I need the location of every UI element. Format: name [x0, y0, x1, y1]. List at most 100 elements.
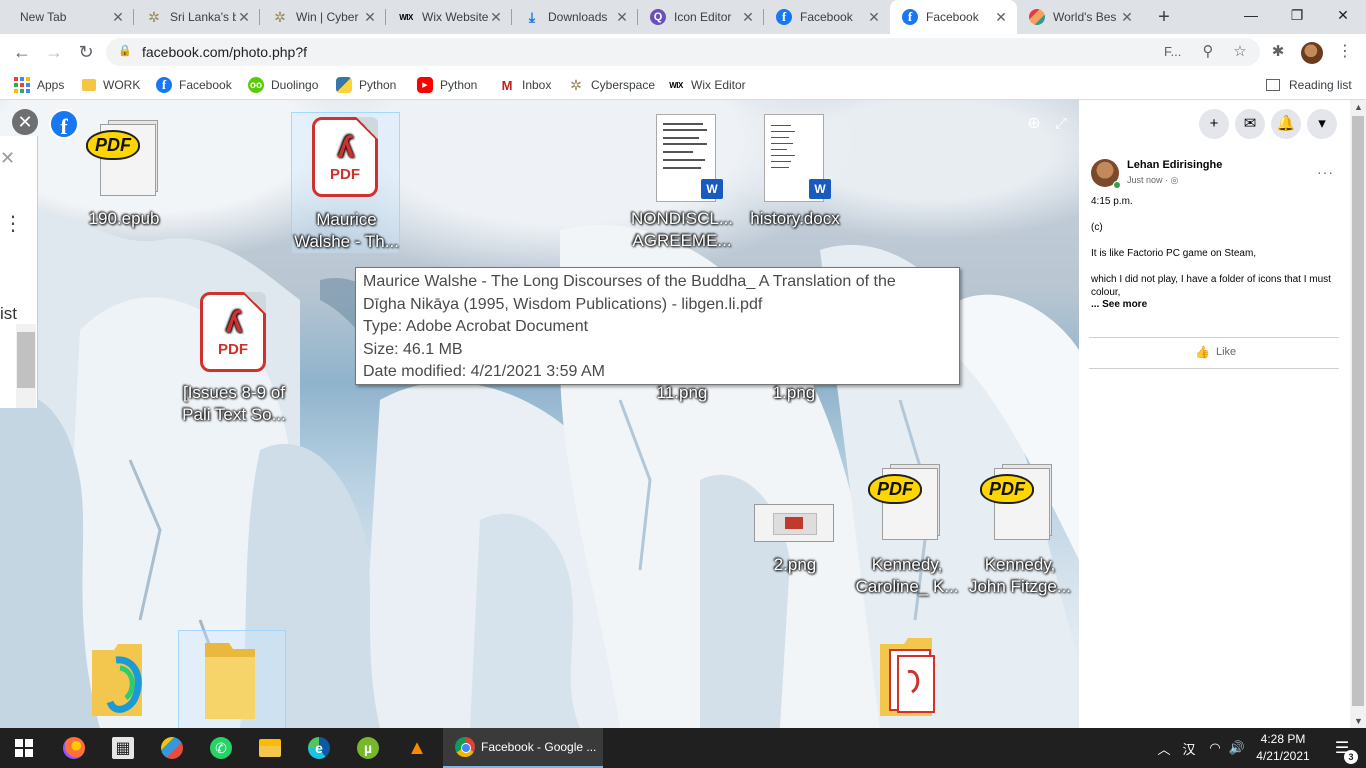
new-tab-button[interactable]: + [1152, 5, 1176, 29]
more-options-icon[interactable]: ⋮ [3, 214, 23, 234]
tab-close-icon[interactable]: ✕ [110, 9, 126, 25]
notifications-icon[interactable]: 🔔 [1271, 109, 1301, 139]
taskbar-firefox[interactable] [50, 728, 98, 768]
tab-worlds-best[interactable]: World's Bes ✕ [1017, 0, 1143, 34]
folder-icon [82, 79, 96, 91]
bookmark-wix-editor[interactable]: WIX Wix Editor [668, 75, 746, 95]
folder-app-icon[interactable] [90, 640, 146, 716]
create-button[interactable]: + [1199, 109, 1229, 139]
taskbar-utorrent[interactable]: µ [344, 728, 392, 768]
taskbar-calculator[interactable]: ▦ [99, 728, 147, 768]
like-button[interactable]: 👍 Like [1195, 345, 1236, 359]
bookmark-duolingo[interactable]: oo Duolingo [248, 75, 318, 95]
zoom-out-icon[interactable]: ⊖ [994, 111, 1020, 137]
messenger-icon[interactable]: ✉ [1235, 109, 1265, 139]
gmail-icon: M [501, 77, 513, 93]
bookmark-python[interactable]: Python [336, 75, 396, 95]
tab-close-icon[interactable]: ✕ [488, 9, 504, 25]
reading-list-button[interactable]: Reading list [1266, 75, 1352, 95]
scroll-down-icon[interactable]: ▼ [1354, 716, 1363, 726]
close-photo-icon[interactable]: ✕ [12, 109, 38, 135]
post-text-line: 4:15 p.m. [1091, 196, 1133, 207]
pdf-folder-icon[interactable] [878, 638, 935, 716]
tab-sri-lanka[interactable]: ✲ Sri Lanka's b ✕ [134, 0, 260, 34]
facebook-logo-icon[interactable]: f [49, 109, 79, 139]
tab-close-icon[interactable]: ✕ [1119, 9, 1135, 25]
desktop-icon-kennedy-john[interactable]: PDF Kennedy, John Fitzge... [966, 462, 1074, 602]
desktop-icon-maurice-walshe[interactable]: ʎ PDF Maurice Walshe - Th... [291, 112, 400, 254]
tab-close-icon[interactable]: ✕ [362, 9, 378, 25]
close-window-button[interactable]: ✕ [1320, 0, 1366, 30]
taskbar-file-explorer[interactable] [246, 728, 294, 768]
desktop-icon-nondisclosure[interactable]: W NONDISCL... AGREEME... [628, 112, 736, 254]
forward-button[interactable]: → [40, 38, 68, 66]
sumatra-pdf-icon: PDF [86, 120, 160, 198]
post-options-icon[interactable]: ··· [1317, 164, 1334, 180]
url-text[interactable]: facebook.com/photo.php?f [142, 44, 307, 60]
taskbar-vlc[interactable]: ▲ [393, 728, 441, 768]
tab-downloads[interactable]: ⤓ Downloads ✕ [512, 0, 638, 34]
close-icon[interactable]: ✕ [0, 148, 15, 169]
tab-new-tab[interactable]: New Tab ✕ [8, 0, 134, 34]
tab-wix-website[interactable]: WIX Wix Website ✕ [386, 0, 512, 34]
account-menu-icon[interactable]: ▾ [1307, 109, 1337, 139]
desktop-icon-issues-pali[interactable]: ʎ PDF [Issues 8-9 of Pali Text So... [178, 288, 290, 430]
scrollbar-thumb[interactable] [1352, 116, 1364, 706]
desktop-icon-history-docx[interactable]: W history.docx [742, 112, 848, 232]
bookmark-label: Wix Editor [691, 78, 746, 92]
profile-avatar[interactable] [1301, 42, 1323, 64]
tab-close-icon[interactable]: ✕ [614, 9, 630, 25]
bookmark-cyberspace[interactable]: ✲ Cyberspace [568, 75, 655, 95]
maximize-button[interactable]: ❐ [1274, 0, 1320, 30]
volume-icon[interactable]: 🔊 [1226, 728, 1248, 768]
bookmark-inbox[interactable]: M Inbox [499, 75, 552, 95]
notification-center-button[interactable]: ☰ 3 [1322, 728, 1362, 768]
taskbar-chrome-window[interactable]: Facebook - Google ... [443, 728, 603, 768]
peek-scrollbar-thumb[interactable] [17, 332, 35, 388]
tab-close-icon[interactable]: ✕ [866, 9, 882, 25]
tab-facebook-active[interactable]: f Facebook ✕ [890, 0, 1017, 34]
address-bar[interactable]: 🔒 facebook.com/photo.php?f F... ⚲ ☆ [106, 38, 1260, 66]
tab-win-cyber[interactable]: ✲ Win | Cyber ✕ [260, 0, 386, 34]
reload-button[interactable]: ↻ [72, 38, 100, 66]
desktop-icon-11-png[interactable]: 11.png [640, 382, 724, 408]
photo-viewer[interactable]: PDF 190.epub ʎ PDF Maurice Walshe - Th..… [0, 100, 1079, 728]
scroll-up-icon[interactable]: ▲ [1354, 102, 1363, 112]
desktop-icon-epub[interactable]: PDF 190.epub [74, 116, 174, 234]
taskbar-edge[interactable]: e [295, 728, 343, 768]
back-button[interactable]: ← [8, 38, 36, 66]
ime-icon[interactable]: 汉 [1178, 728, 1200, 768]
minimize-button[interactable]: — [1228, 0, 1274, 30]
start-button[interactable] [0, 728, 48, 768]
see-more-link[interactable]: ... See more [1091, 299, 1147, 310]
bookmark-python-youtube[interactable]: ▶ Python [417, 75, 477, 95]
extensions-icon[interactable]: ✱ [1268, 42, 1288, 62]
tab-facebook[interactable]: f Facebook ✕ [764, 0, 890, 34]
desktop-icon-kennedy-caroline[interactable]: PDF Kennedy, Caroline_ K... [852, 462, 962, 602]
lock-icon[interactable]: 🔒 [118, 44, 134, 60]
page-scrollbar[interactable]: ▲ ▼ [1350, 100, 1366, 728]
bookmark-work[interactable]: WORK [82, 75, 140, 95]
zoom-in-icon[interactable]: ⊕ [1021, 111, 1047, 137]
bookmark-apps[interactable]: Apps [14, 75, 64, 95]
tab-close-icon[interactable]: ✕ [993, 9, 1009, 25]
post-timestamp[interactable]: Just now · ◎ [1127, 175, 1178, 186]
desktop-folder-selected[interactable] [178, 630, 286, 728]
tab-close-icon[interactable]: ✕ [740, 9, 756, 25]
chrome-menu-icon[interactable]: ⋮ [1335, 42, 1355, 62]
bookmark-label: WORK [103, 78, 141, 92]
wifi-icon[interactable]: ◠ [1204, 728, 1226, 768]
tab-icon-editor[interactable]: Q Icon Editor ✕ [638, 0, 764, 34]
bookmark-facebook[interactable]: f Facebook [156, 75, 232, 95]
taskbar-clock[interactable]: 4:28 PM 4/21/2021 [1248, 731, 1318, 765]
bookmark-star-icon[interactable]: ☆ [1230, 42, 1250, 62]
post-author[interactable]: Lehan Edirisinghe [1127, 159, 1222, 171]
taskbar-paint[interactable] [148, 728, 196, 768]
desktop-icon-1-png[interactable]: 1.png [752, 382, 836, 408]
desktop-icon-2-png[interactable]: 2.png [750, 500, 840, 580]
tray-overflow-icon[interactable]: ︿ [1154, 728, 1174, 768]
fullscreen-icon[interactable]: ⤢ [1048, 111, 1074, 137]
zoom-icon[interactable]: ⚲ [1198, 42, 1218, 62]
taskbar-whatsapp[interactable]: ✆ [197, 728, 245, 768]
tab-close-icon[interactable]: ✕ [236, 9, 252, 25]
